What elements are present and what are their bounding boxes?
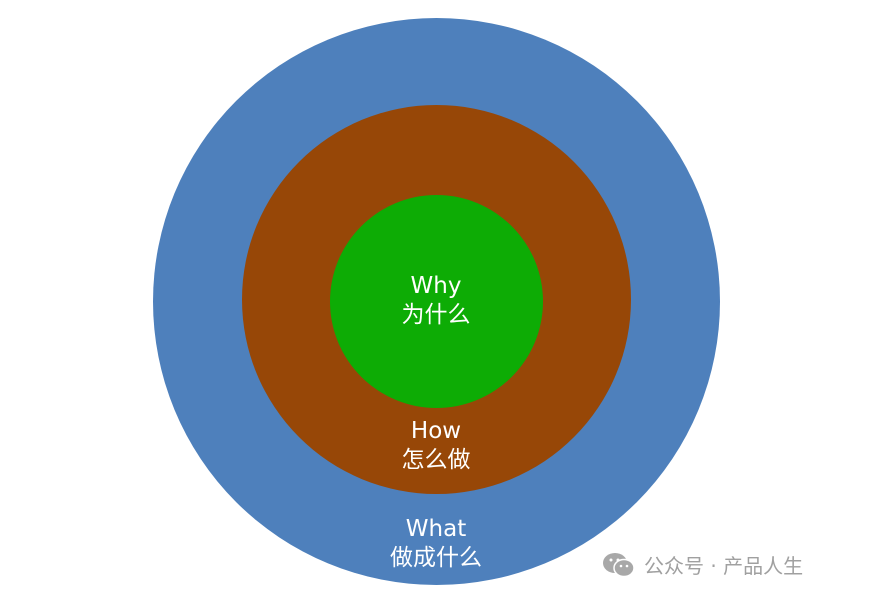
watermark-text: 公众号 · 产品人生: [644, 554, 804, 578]
what-label-zh: 做成什么: [390, 545, 482, 571]
how-label: How 怎么做: [336, 417, 536, 475]
why-label: Why 为什么: [336, 272, 536, 330]
how-label-zh: 怎么做: [401, 447, 471, 473]
why-label-en: Why: [410, 273, 462, 299]
wechat-icon: [603, 552, 635, 577]
how-label-en: How: [410, 418, 462, 444]
what-label-en: What: [405, 516, 467, 542]
watermark: 公众号 · 产品人生: [602, 550, 803, 579]
what-label: What 做成什么: [336, 515, 536, 573]
why-label-zh: 为什么: [401, 302, 471, 328]
